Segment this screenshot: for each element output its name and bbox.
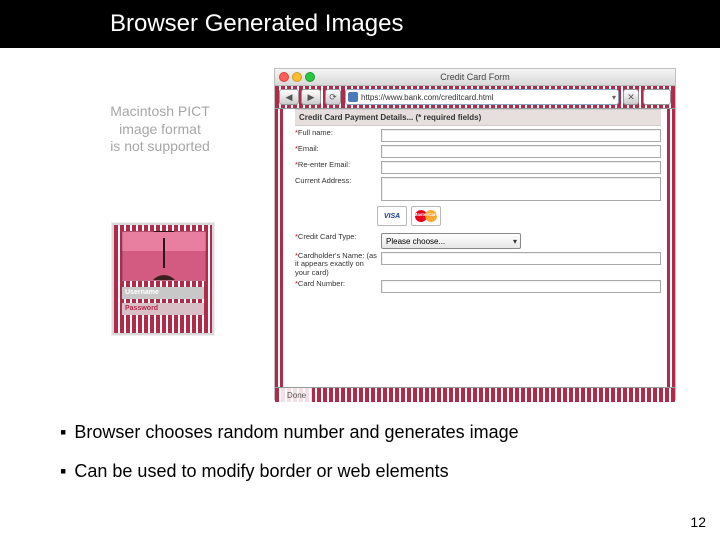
status-bar: Done [275, 387, 675, 402]
address-url: https://www.bank.com/creditcard.html [361, 93, 609, 102]
left-border-stripe [275, 109, 283, 387]
label-cardholder: *Cardholder's Name: (as it appears exact… [295, 252, 381, 277]
mastercard-logo: MasterCard [411, 206, 441, 226]
row-reenter-email: *Re-enter Email: [295, 161, 661, 174]
row-email: *Email: [295, 145, 661, 158]
visa-logo: VISA [377, 206, 407, 226]
label-cardholder-text: Cardholder's Name: (as it appears exactl… [295, 251, 377, 277]
mastercard-label: MasterCard [412, 212, 440, 217]
label-cc-type-text: Credit Card Type: [298, 232, 357, 241]
login-thumbnail: Username Password [112, 223, 214, 335]
favicon-icon [348, 92, 358, 102]
label-reenter-email: *Re-enter Email: [295, 161, 381, 169]
pict-line2: image format [100, 121, 220, 139]
input-full-name[interactable] [381, 129, 661, 142]
card-logos: VISA MasterCard [377, 204, 661, 230]
input-reenter-email[interactable] [381, 161, 661, 174]
thumb-photo [122, 231, 206, 281]
thumb-password-field: Password [122, 303, 204, 315]
form-section-header: Credit Card Payment Details... (* requir… [295, 109, 661, 126]
label-email: *Email: [295, 145, 381, 153]
bullet-2: Can be used to modify border or web elem… [60, 461, 680, 482]
label-card-number-text: Card Number: [298, 279, 345, 288]
select-cc-type-value: Please choose... [386, 237, 445, 246]
label-address: Current Address: [295, 177, 381, 185]
row-cc-type: *Credit Card Type: Please choose... [295, 233, 661, 249]
label-card-number: *Card Number: [295, 280, 381, 288]
address-bar[interactable]: https://www.bank.com/creditcard.html ▾ [345, 89, 619, 105]
select-cc-type[interactable]: Please choose... [381, 233, 521, 249]
input-email[interactable] [381, 145, 661, 158]
pict-fallback-text: Macintosh PICT image format is not suppo… [100, 103, 220, 156]
label-email-text: Email: [298, 144, 319, 153]
row-address: Current Address: [295, 177, 661, 201]
row-card-number: *Card Number: [295, 280, 661, 293]
thumb-border: Username Password [114, 225, 212, 333]
forward-button[interactable]: ▶ [301, 89, 321, 105]
stop-button[interactable]: ✕ [623, 89, 639, 105]
label-reenter-email-text: Re-enter Email: [298, 160, 350, 169]
pict-line1: Macintosh PICT [100, 103, 220, 121]
bullet-list: Browser chooses random number and genera… [60, 414, 680, 500]
nav-buttons: ◀ ▶ [279, 89, 321, 105]
bullet-1: Browser chooses random number and genera… [60, 422, 680, 443]
slide-title: Browser Generated Images [110, 10, 403, 38]
reload-button[interactable]: ⟳ [325, 89, 341, 105]
label-cc-type: *Credit Card Type: [295, 233, 381, 241]
address-dropdown-icon[interactable]: ▾ [612, 93, 616, 102]
status-text: Done [281, 388, 312, 402]
browser-window: Credit Card Form ◀ ▶ ⟳ https://www.bank.… [274, 68, 676, 400]
input-card-number[interactable] [381, 280, 661, 293]
search-box[interactable] [643, 89, 671, 105]
slide-content: Macintosh PICT image format is not suppo… [0, 48, 720, 458]
page-body: Credit Card Payment Details... (* requir… [275, 109, 675, 387]
row-full-name: *Full name: [295, 129, 661, 142]
window-title: Credit Card Form [275, 72, 675, 82]
back-button[interactable]: ◀ [279, 89, 299, 105]
thumb-username-field: Username [122, 287, 204, 299]
page-number: 12 [690, 514, 706, 530]
slide-title-bar: Browser Generated Images [0, 0, 720, 48]
input-cardholder[interactable] [381, 252, 661, 265]
input-address[interactable] [381, 177, 661, 201]
label-full-name-text: Full name: [298, 128, 333, 137]
label-full-name: *Full name: [295, 129, 381, 137]
row-cardholder: *Cardholder's Name: (as it appears exact… [295, 252, 661, 277]
mac-titlebar: Credit Card Form [275, 69, 675, 86]
form-container: Credit Card Payment Details... (* requir… [295, 109, 661, 293]
pict-line3: is not supported [100, 138, 220, 156]
right-border-stripe [667, 109, 675, 387]
browser-toolbar: ◀ ▶ ⟳ https://www.bank.com/creditcard.ht… [275, 86, 675, 109]
